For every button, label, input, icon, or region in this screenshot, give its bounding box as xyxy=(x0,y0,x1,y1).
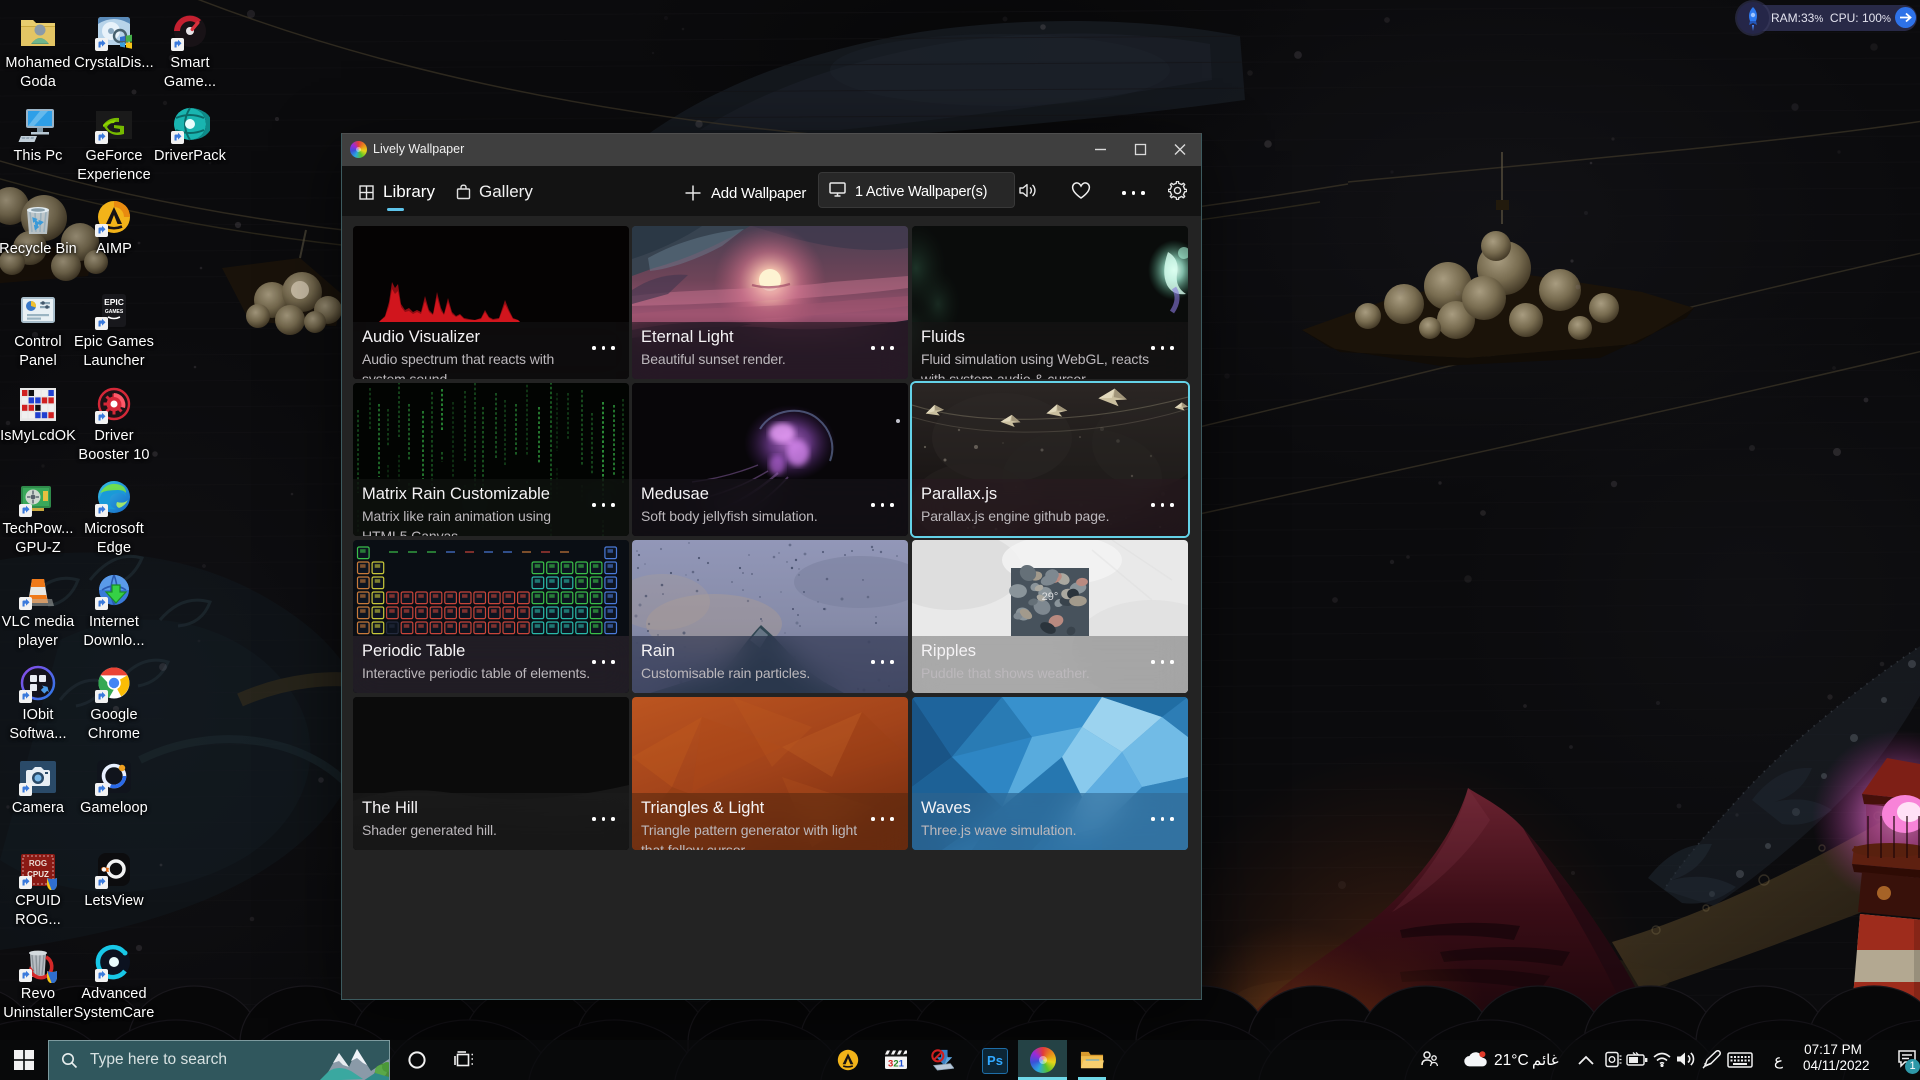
svg-text:29°: 29° xyxy=(1042,591,1059,603)
svg-text:321: 321 xyxy=(888,1059,905,1070)
svg-text:ROG: ROG xyxy=(29,859,47,868)
svg-text:EPIC: EPIC xyxy=(104,297,124,307)
svg-text:GAMES: GAMES xyxy=(105,309,124,315)
